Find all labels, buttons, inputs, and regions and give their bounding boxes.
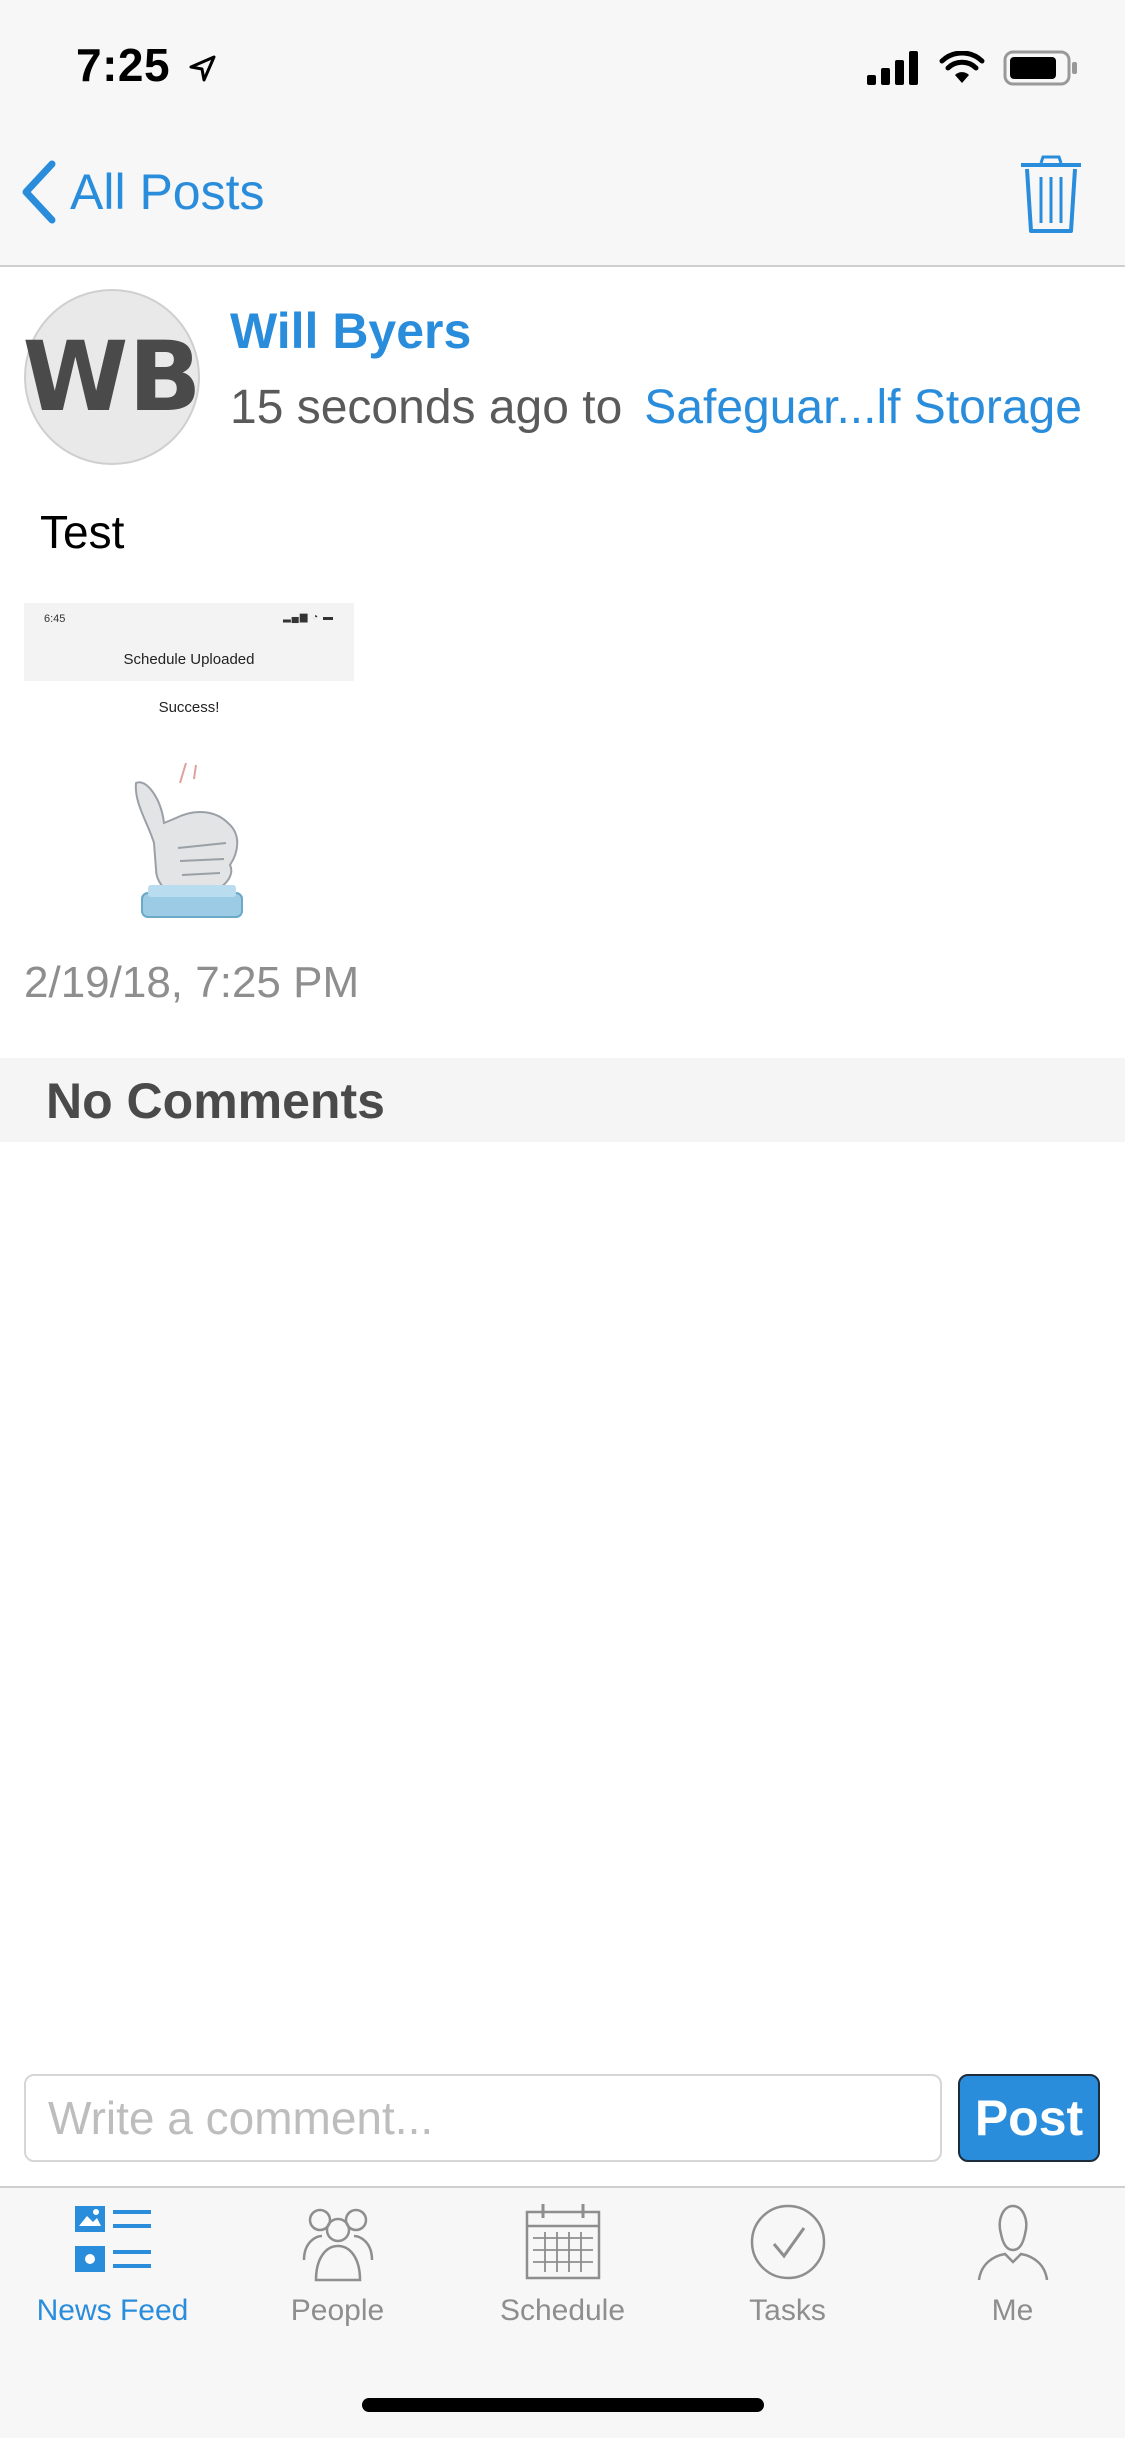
tab-people[interactable]: People [225,2200,450,2340]
checkmark-circle-icon [750,2204,825,2280]
attachment-thumbnail[interactable]: 6:45 ▂▄▆ ◔ ▬ Schedule Uploaded Success! [24,603,354,933]
post-time-ago: 15 seconds ago to [230,381,623,434]
post-comment-button[interactable]: Post [958,2074,1100,2162]
tab-news-feed[interactable]: News Feed [0,2200,225,2340]
back-button[interactable]: All Posts [20,160,265,224]
author-name[interactable]: Will Byers [230,302,471,360]
thumbs-up-icon [134,762,243,918]
person-icon [977,2204,1048,2281]
delete-post-button[interactable] [1019,155,1083,235]
thumbnail-message: Success! [158,699,220,716]
location-arrow-icon [189,55,216,82]
back-label: All Posts [70,164,265,220]
tab-schedule[interactable]: Schedule [450,2200,675,2340]
tab-label: People [290,2294,385,2327]
post-body: Test [40,506,125,558]
thumbnail-title: Schedule Uploaded [123,651,255,668]
post-date: 2/19/18, 7:25 PM [24,958,360,1007]
tab-tasks[interactable]: Tasks [675,2200,900,2340]
avatar-initials: WB [22,321,202,433]
thumbnail-status-time: 6:45 [44,613,66,625]
avatar[interactable]: WB [22,289,202,465]
status-time: 7:25 [76,38,217,92]
wifi-icon [939,51,985,83]
status-indicators [867,48,1079,88]
tab-label: Tasks [749,2294,826,2327]
tab-label: Me [991,2294,1034,2327]
group-link[interactable]: Safeguar...lf Storage [644,380,1082,435]
battery-icon [1003,50,1077,86]
news-feed-icon [74,2206,151,2272]
trash-icon [1021,155,1081,233]
calendar-icon [525,2204,600,2280]
chevron-left-icon [22,160,56,224]
thumbnail-status-icons: ▂▄▆ ◔ ▬ [282,612,334,623]
people-icon [302,2208,373,2282]
home-indicator[interactable] [362,2398,764,2412]
comment-input[interactable] [24,2074,942,2162]
tab-label: Schedule [499,2294,626,2327]
status-time-text: 7:25 [76,39,171,91]
comments-title: No Comments [46,1073,385,1129]
tab-label: News Feed [36,2294,189,2327]
signal-icon [867,51,918,85]
tab-me[interactable]: Me [900,2200,1125,2340]
post-meta: 15 seconds ago to Safeguar...lf Storage [230,380,1082,435]
